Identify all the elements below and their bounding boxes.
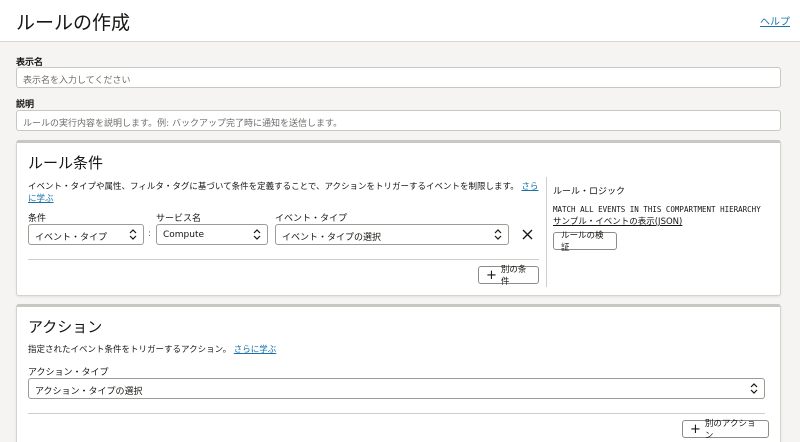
display-name-input[interactable]: 表示名を入力してください [16, 67, 781, 88]
actions-title: アクション [28, 318, 103, 336]
description-input[interactable]: ルールの実行内容を説明します。例: バックアップ完了時に通知を送信します。 [16, 110, 781, 131]
event-type-label: イベント・タイプ [275, 214, 348, 224]
validate-rule-button[interactable]: ルールの検証 [553, 231, 617, 253]
actions-description-text: 指定されたイベント条件をトリガーするアクション。 [28, 345, 232, 355]
description-label: 説明 [16, 100, 35, 110]
help-link[interactable]: ヘルプ [760, 13, 790, 28]
actions-panel: アクション 指定されたイベント条件をトリガーするアクション。 さらに学ぶ アクシ… [16, 304, 781, 442]
plus-icon: + [486, 267, 497, 283]
service-name-select-value: Compute [163, 230, 205, 240]
up-down-chevron-icon [253, 229, 261, 240]
action-type-label: アクション・タイプ [28, 368, 109, 378]
actions-description: 指定されたイベント条件をトリガーするアクション。 さらに学ぶ [28, 344, 276, 356]
rule-conditions-title: ルール条件 [28, 154, 104, 172]
up-down-chevron-icon [750, 383, 758, 394]
plus-icon: + [690, 421, 701, 437]
up-down-chevron-icon [494, 229, 502, 240]
condition-separator: : [148, 229, 152, 239]
add-condition-label: 別の条件 [500, 265, 527, 287]
up-down-chevron-icon [129, 229, 137, 240]
event-type-select[interactable]: イベント・タイプの選択 [275, 224, 509, 245]
remove-condition-icon[interactable] [522, 229, 533, 240]
conditions-divider [28, 259, 539, 260]
action-type-select[interactable]: アクション・タイプの選択 [28, 378, 765, 399]
condition-select[interactable]: イベント・タイプ [28, 224, 144, 245]
add-action-button[interactable]: + 別のアクション [682, 419, 769, 441]
sample-events-link[interactable]: サンプル・イベントの表示(JSON) [553, 215, 682, 227]
add-action-label: 別のアクション [704, 419, 756, 441]
rule-conditions-panel: ルール条件 イベント・タイプや属性、フィルタ・タグに基づいて条件を定義することで… [16, 140, 781, 296]
rule-logic-title: ルール・ロジック [553, 187, 626, 197]
actions-learn-more-link[interactable]: さらに学ぶ [234, 345, 277, 355]
validate-rule-label: ルールの検証 [561, 231, 604, 253]
rule-conditions-description-text: イベント・タイプや属性、フィルタ・タグに基づいて条件を定義することで、アクション… [28, 182, 519, 192]
conditions-vertical-divider [546, 177, 547, 287]
rule-conditions-description: イベント・タイプや属性、フィルタ・タグに基づいて条件を定義することで、アクション… [28, 181, 540, 205]
condition-select-value: イベント・タイプ [35, 233, 108, 243]
page-header: ルールの作成 ヘルプ [0, 0, 800, 42]
rule-logic-text: MATCH ALL EVENTS IN THIS COMPARTMENT HIE… [553, 205, 761, 214]
event-type-select-value: イベント・タイプの選択 [282, 233, 382, 243]
actions-divider [28, 413, 765, 414]
page-title: ルールの作成 [16, 12, 131, 34]
condition-label: 条件 [28, 214, 47, 224]
service-name-select[interactable]: Compute [156, 224, 268, 245]
service-name-label: サービス名 [156, 214, 202, 224]
add-condition-button[interactable]: + 別の条件 [478, 265, 539, 287]
action-type-select-value: アクション・タイプの選択 [35, 387, 143, 397]
